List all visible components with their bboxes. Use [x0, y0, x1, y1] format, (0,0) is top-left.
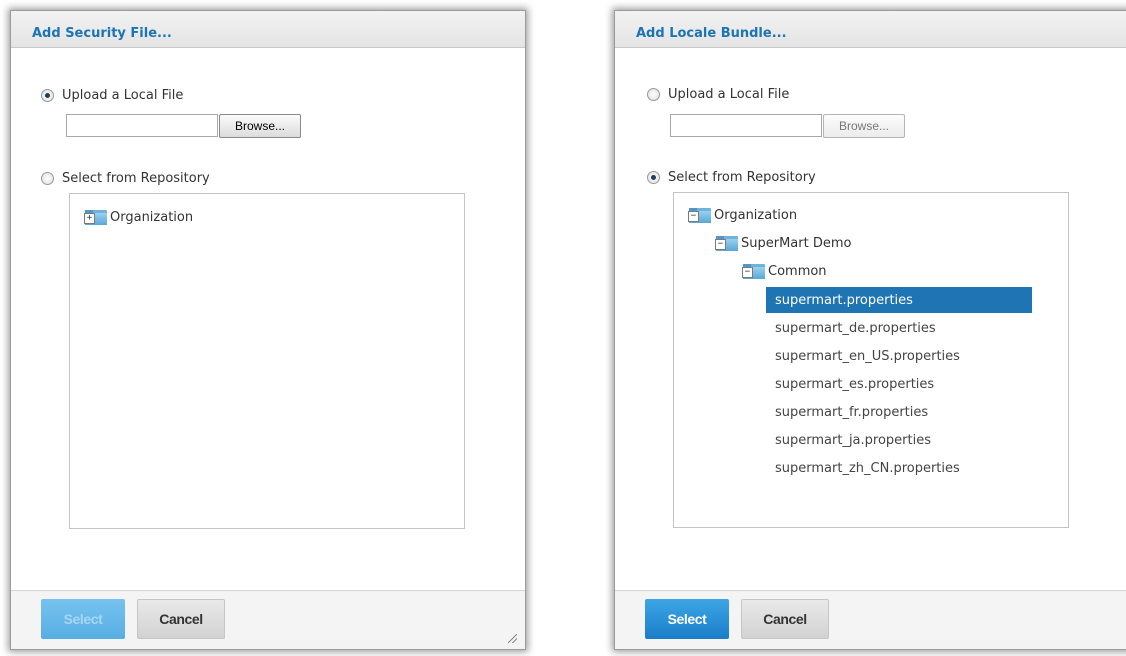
select-button[interactable]: Select — [41, 599, 125, 639]
tree-node-organization[interactable]: − Organization — [688, 205, 797, 225]
file-item-supermart-ja-properties[interactable]: supermart_ja.properties — [766, 427, 1032, 453]
dialog-footer: Select Cancel — [615, 590, 1126, 649]
folder-icon: + — [84, 209, 108, 225]
upload-local-file-label: Upload a Local File — [62, 88, 184, 103]
tree-node-label: Organization — [714, 207, 798, 223]
expand-toggle-icon[interactable]: + — [84, 212, 95, 224]
dialog-title: Add Locale Bundle... — [636, 26, 787, 41]
tree-node-supermart-demo[interactable]: − SuperMart Demo — [715, 233, 851, 253]
dialog-footer: Select Cancel — [11, 590, 525, 649]
select-from-repository-label: Select from Repository — [62, 171, 210, 186]
upload-local-file-radio[interactable] — [647, 88, 660, 101]
select-from-repository-option[interactable]: Select from Repository — [41, 171, 210, 186]
file-item-supermart-de-properties[interactable]: supermart_de.properties — [766, 315, 1032, 341]
select-from-repository-option[interactable]: Select from Repository — [647, 170, 816, 185]
file-item-supermart-es-properties[interactable]: supermart_es.properties — [766, 371, 1032, 397]
tree-node-label: Common — [768, 263, 827, 279]
file-item-supermart-zh-cn-properties[interactable]: supermart_zh_CN.properties — [766, 455, 1032, 481]
upload-local-file-label: Upload a Local File — [668, 87, 790, 102]
select-from-repository-label: Select from Repository — [668, 170, 816, 185]
add-locale-bundle-dialog: Add Locale Bundle... Upload a Local File… — [614, 10, 1126, 650]
file-item-supermart-en-us-properties[interactable]: supermart_en_US.properties — [766, 343, 1032, 369]
file-item-supermart-fr-properties[interactable]: supermart_fr.properties — [766, 399, 1032, 425]
browse-button[interactable]: Browse... — [219, 114, 301, 138]
upload-local-file-radio[interactable] — [41, 89, 54, 102]
select-button[interactable]: Select — [645, 599, 729, 639]
add-security-file-dialog: Add Security File... Upload a Local File… — [10, 10, 526, 650]
cancel-button[interactable]: Cancel — [137, 599, 225, 639]
select-from-repository-radio[interactable] — [647, 171, 660, 184]
collapse-toggle-icon[interactable]: − — [688, 210, 699, 222]
tree-node-label: Organization — [110, 209, 194, 225]
folder-icon: − — [742, 263, 766, 279]
folder-icon: − — [688, 207, 712, 223]
select-from-repository-radio[interactable] — [41, 172, 54, 185]
dialog-titlebar[interactable]: Add Security File... — [11, 11, 525, 48]
dialog-title: Add Security File... — [32, 26, 172, 41]
repository-tree[interactable]: + Organization — [69, 193, 465, 529]
upload-local-file-option[interactable]: Upload a Local File — [647, 87, 789, 102]
resize-grip-icon[interactable] — [508, 634, 517, 643]
upload-local-file-option[interactable]: Upload a Local File — [41, 88, 183, 103]
repository-tree[interactable]: − Organization − SuperMart Demo − Common… — [673, 192, 1069, 528]
collapse-toggle-icon[interactable]: − — [742, 266, 753, 278]
folder-icon: − — [715, 235, 739, 251]
browse-button[interactable]: Browse... — [823, 114, 905, 138]
tree-node-organization[interactable]: + Organization — [84, 207, 193, 227]
collapse-toggle-icon[interactable]: − — [715, 238, 726, 250]
tree-node-label: SuperMart Demo — [741, 235, 852, 251]
local-file-path-input — [670, 114, 822, 137]
local-file-path-input[interactable] — [66, 114, 218, 137]
file-item-supermart-properties[interactable]: supermart.properties — [766, 287, 1032, 313]
cancel-button[interactable]: Cancel — [741, 599, 829, 639]
dialog-titlebar[interactable]: Add Locale Bundle... — [615, 11, 1126, 48]
tree-node-common[interactable]: − Common — [742, 261, 827, 281]
